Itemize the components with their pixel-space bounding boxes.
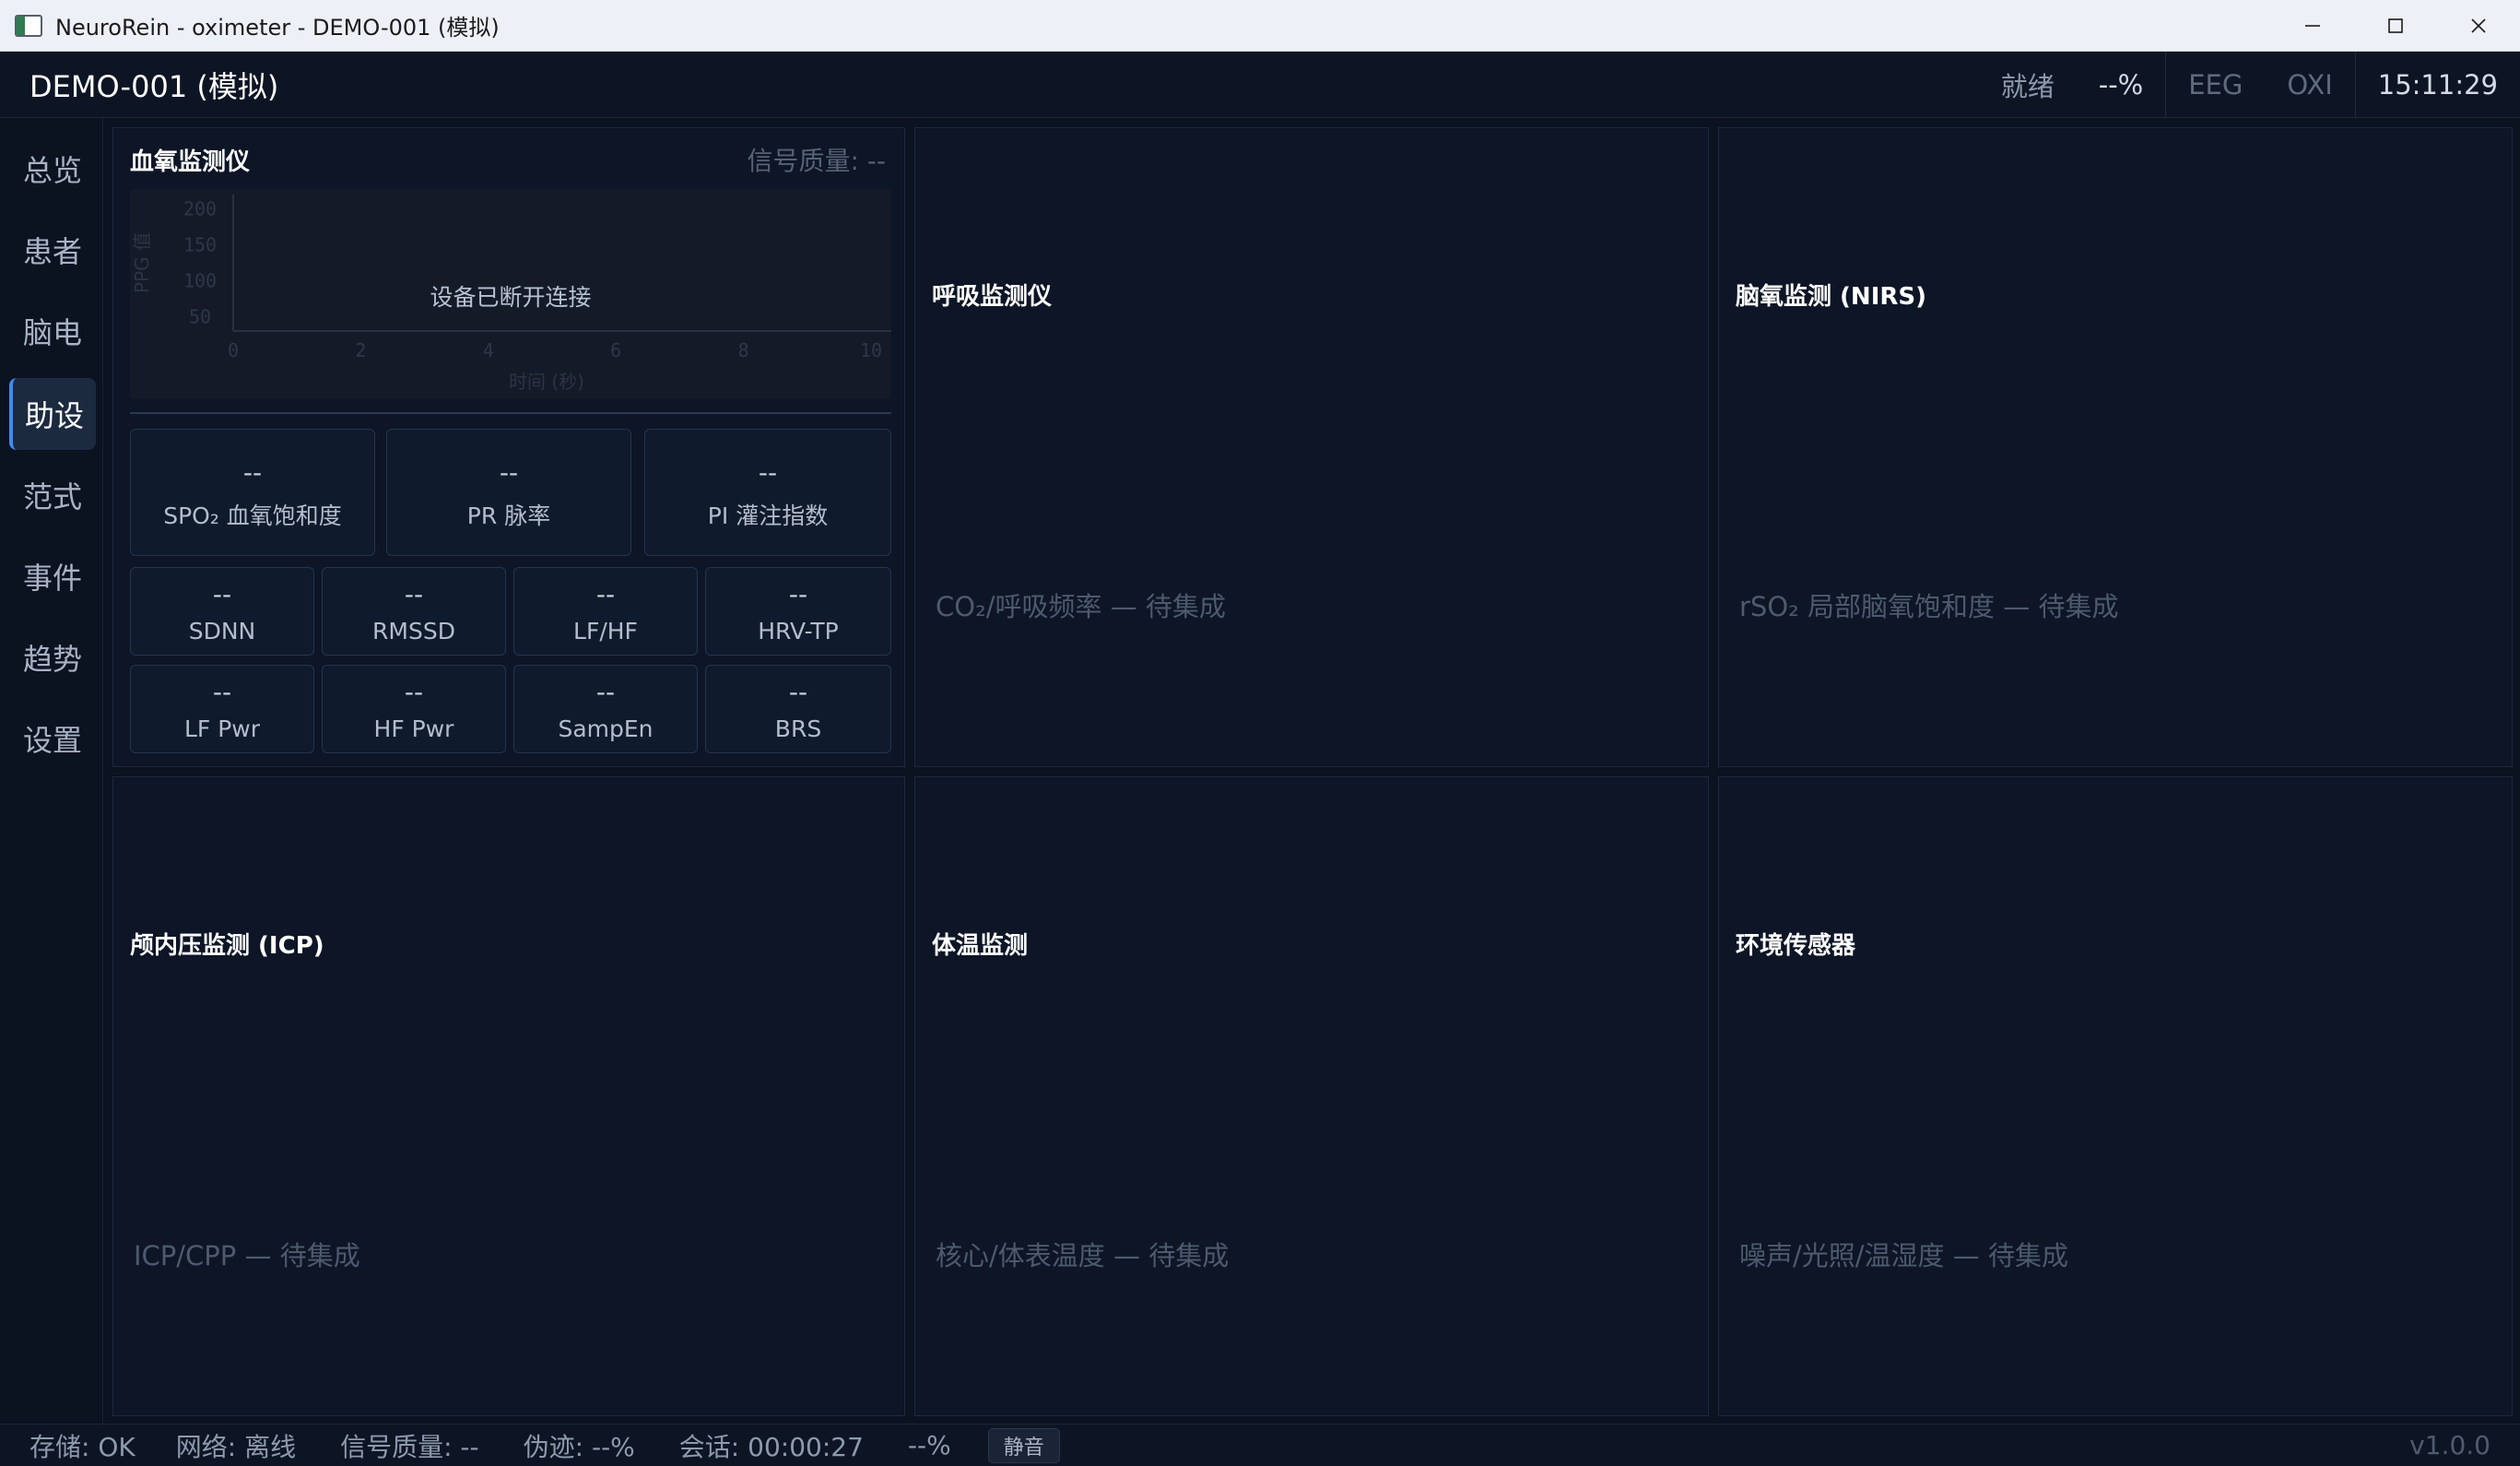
ppg-y-tick-label: 150 — [183, 234, 217, 256]
lf-power-value: -- — [212, 677, 232, 707]
status-bar: 存储: OK 网络: 离线 信号质量: -- 伪迹: --% 会话: 00:00… — [0, 1424, 2520, 1466]
storage-status: 存储: OK — [29, 1431, 135, 1462]
oximeter-divider — [130, 412, 891, 414]
artifact-status: 伪迹: --% — [523, 1431, 635, 1462]
spo2-value: -- — [242, 457, 263, 488]
maximize-icon — [2388, 18, 2403, 33]
signal-quality-status: 信号质量: -- — [340, 1431, 479, 1462]
rmssd-label: RMSSD — [372, 618, 455, 644]
temperature-panel: 体温监测 核心/体表温度 — 待集成 — [914, 776, 1709, 1416]
oxi-indicator[interactable]: OXI — [2265, 52, 2354, 118]
brs-card: -- BRS — [705, 665, 891, 753]
mute-button[interactable]: 静音 — [987, 1427, 1060, 1463]
sample-entropy-label: SampEn — [558, 715, 654, 742]
sidebar-item-settings[interactable]: 设置 — [9, 703, 96, 774]
temperature-title: 体温监测 — [932, 932, 1029, 960]
system-status: 就绪 — [2000, 71, 2055, 102]
oximeter-panel: 血氧监测仪 信号质量: -- 0 2 4 6 8 10 200 150 100 50 PPG 值 … — [112, 127, 905, 767]
sidebar-item-events[interactable]: 事件 — [9, 540, 96, 612]
environment-title: 环境传感器 — [1736, 932, 1856, 960]
maximize-button[interactable] — [2354, 0, 2437, 52]
signal-quality: 信号质量: -- — [747, 146, 886, 176]
sidebar-item-patient[interactable]: 患者 — [9, 214, 96, 286]
minimize-icon — [2305, 25, 2320, 27]
respiration-panel: 呼吸监测仪 CO₂/呼吸频率 — 待集成 — [914, 127, 1709, 767]
rmssd-card: -- RMSSD — [322, 567, 506, 656]
hf-power-value: -- — [404, 677, 424, 707]
window-titlebar: NeuroRein - oximeter - DEMO-001 (模拟) — [0, 0, 2520, 52]
sidebar-item-paradigm[interactable]: 范式 — [9, 459, 96, 531]
header-status-group: 就绪 --% EEG OXI 15:11:29 — [1979, 52, 2520, 118]
ppg-x-tick-label: 10 — [860, 339, 882, 361]
ppg-x-tick-label: 6 — [610, 339, 621, 361]
temperature-placeholder: 核心/体表温度 — 待集成 — [936, 1240, 1230, 1271]
ppg-x-tick-label: 2 — [355, 339, 366, 361]
pulse-rate-value: -- — [499, 457, 519, 488]
nirs-title: 脑氧监测 (NIRS) — [1736, 283, 1926, 311]
pulse-rate-label: PR 脉率 — [466, 502, 551, 529]
nirs-placeholder: rSO₂ 局部脑氧饱和度 — 待集成 — [1739, 591, 2119, 622]
hf-power-label: HF Pwr — [373, 715, 454, 742]
perfusion-index-label: PI 灌注指数 — [707, 502, 829, 529]
hrv-tp-card: -- HRV-TP — [705, 567, 891, 656]
session-timer: 会话: 00:00:27 — [678, 1431, 864, 1462]
clock: 15:11:29 — [2354, 52, 2520, 118]
window-controls — [2271, 0, 2520, 52]
sdnn-label: SDNN — [188, 618, 256, 644]
brs-label: BRS — [774, 715, 822, 742]
environment-placeholder: 噪声/光照/温湿度 — 待集成 — [1739, 1240, 2068, 1271]
close-button[interactable] — [2437, 0, 2520, 52]
hrv-tp-label: HRV-TP — [758, 618, 839, 644]
percent-status: --% — [907, 1430, 951, 1460]
ppg-xlabel: 时间 (秒) — [509, 371, 584, 393]
perfusion-index-value: -- — [758, 457, 778, 488]
hf-power-card: -- HF Pwr — [322, 665, 506, 753]
oximeter-title: 血氧监测仪 — [130, 148, 251, 176]
sidebar-item-overview[interactable]: 总览 — [9, 133, 96, 205]
lf-power-card: -- LF Pwr — [130, 665, 314, 753]
app-version: v1.0.0 — [2409, 1430, 2491, 1460]
app-header: DEMO-001 (模拟) 就绪 --% EEG OXI 15:11:29 — [0, 52, 2520, 118]
ppg-x-tick-label: 4 — [483, 339, 494, 361]
sample-entropy-value: -- — [595, 677, 616, 707]
lf-power-label: LF Pwr — [183, 715, 261, 742]
ppg-y-tick-label: 200 — [183, 198, 217, 220]
patient-title: DEMO-001 (模拟) — [29, 68, 279, 104]
environment-panel: 环境传感器 噪声/光照/温湿度 — 待集成 — [1718, 776, 2513, 1416]
ppg-x-tick-label: 0 — [228, 339, 239, 361]
minimize-button[interactable] — [2271, 0, 2354, 52]
icp-panel: 颅内压监测 (ICP) ICP/CPP — 待集成 — [112, 776, 905, 1416]
hrv-tp-value: -- — [788, 579, 808, 609]
sdnn-card: -- SDNN — [130, 567, 314, 656]
device-disconnected-message: 设备已断开连接 — [430, 284, 592, 311]
app-icon — [15, 14, 42, 37]
lf-hf-value: -- — [595, 579, 616, 609]
icp-title: 颅内压监测 (ICP) — [130, 932, 324, 960]
close-icon — [2471, 18, 2486, 33]
lf-hf-label: LF/HF — [573, 618, 638, 644]
window-title: NeuroRein - oximeter - DEMO-001 (模拟) — [55, 15, 500, 41]
sdnn-value: -- — [212, 579, 232, 609]
sidebar-item-trends[interactable]: 趋势 — [9, 621, 96, 693]
lf-hf-card: -- LF/HF — [513, 567, 698, 656]
battery-percent: --% — [2098, 69, 2144, 100]
ppg-x-tick-label: 8 — [738, 339, 749, 361]
network-status: 网络: 离线 — [175, 1431, 297, 1462]
sample-entropy-card: -- SampEn — [513, 665, 698, 753]
icp-placeholder: ICP/CPP — 待集成 — [134, 1240, 360, 1271]
pulse-rate-card: -- PR 脉率 — [386, 429, 631, 556]
spo2-label: SPO₂ 血氧饱和度 — [163, 502, 342, 529]
ppg-chart: 0 2 4 6 8 10 200 150 100 50 PPG 值 时间 (秒) 设备已断开连接 — [130, 189, 891, 399]
perfusion-index-card: -- PI 灌注指数 — [644, 429, 891, 556]
sidebar-nav: 总览 患者 脑电 助设 范式 事件 趋势 设置 — [0, 118, 103, 1424]
sidebar-item-aux-devices[interactable]: 助设 — [9, 378, 96, 450]
nirs-panel: 脑氧监测 (NIRS) rSO₂ 局部脑氧饱和度 — 待集成 — [1718, 127, 2513, 767]
respiration-placeholder: CO₂/呼吸频率 — 待集成 — [936, 591, 1226, 622]
rmssd-value: -- — [404, 579, 424, 609]
spo2-card: -- SPO₂ 血氧饱和度 — [130, 429, 375, 556]
sidebar-item-eeg[interactable]: 脑电 — [9, 295, 96, 367]
respiration-title: 呼吸监测仪 — [932, 283, 1053, 311]
eeg-indicator[interactable]: EEG — [2165, 52, 2265, 118]
brs-value: -- — [788, 677, 808, 707]
